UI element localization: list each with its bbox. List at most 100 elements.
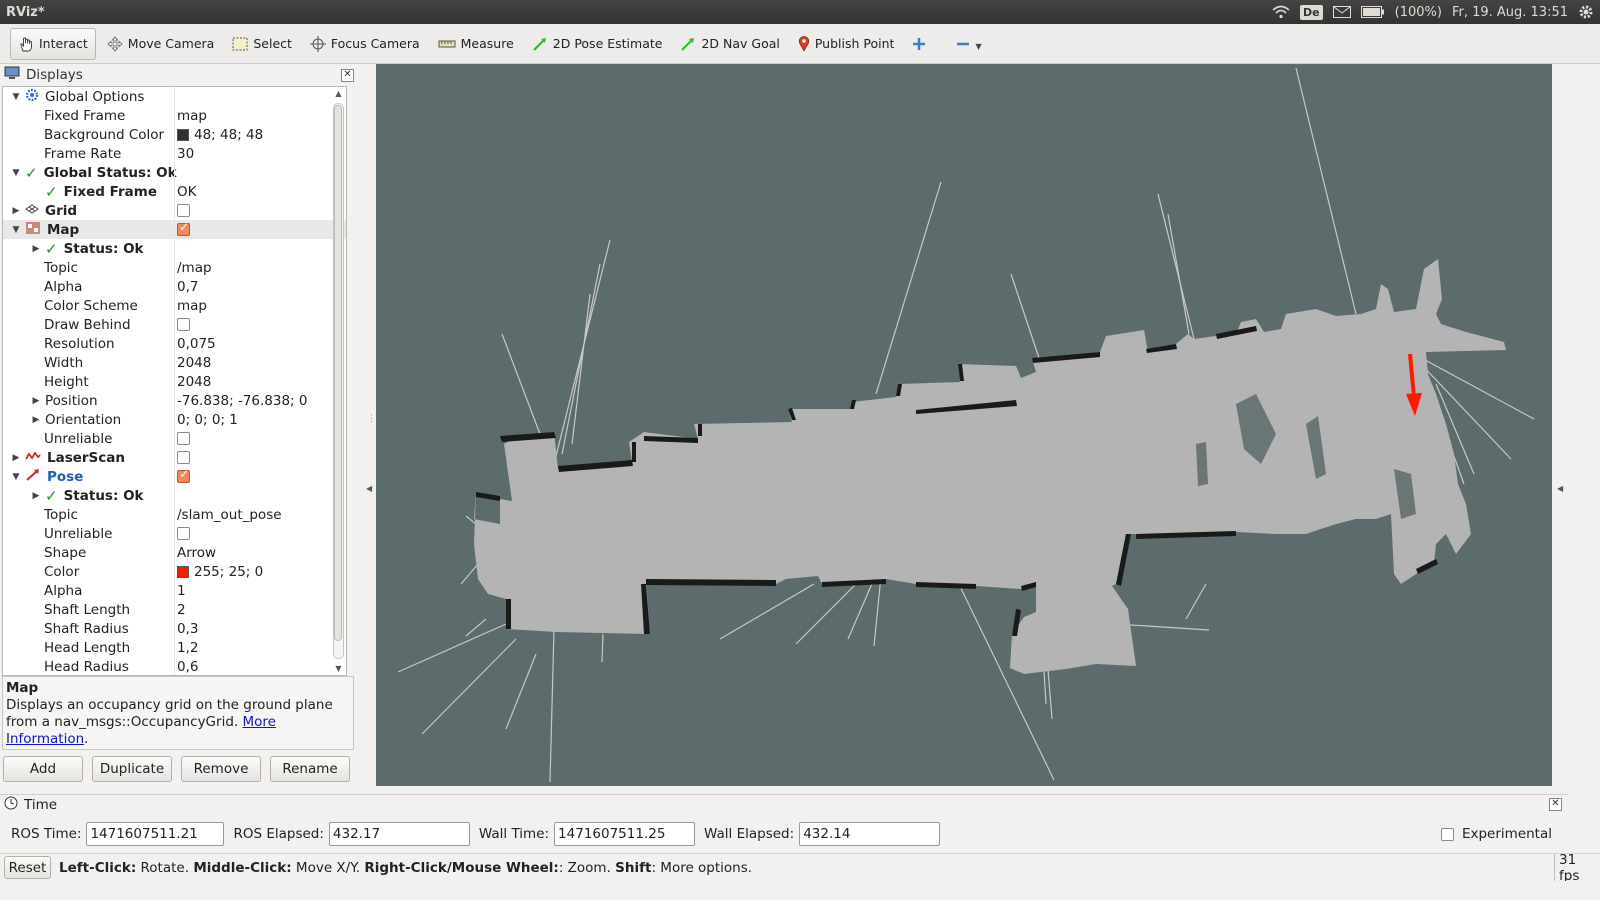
mail-icon[interactable] — [1332, 6, 1351, 18]
property-value[interactable] — [177, 451, 195, 464]
display-tree-row[interactable]: Head Length 1,2 — [3, 638, 346, 657]
remove-tool-button[interactable]: ▼ — [949, 28, 988, 60]
publish-point-tool-button[interactable]: Publish Point — [791, 28, 902, 60]
display-tree-row[interactable]: ▼ ✓ Global Status: Ok — [3, 163, 346, 182]
expand-arrow-right-icon[interactable]: ▶ — [31, 244, 41, 254]
scroll-down-icon[interactable]: ▼ — [333, 664, 344, 673]
property-value[interactable]: 0; 0; 0; 1 — [177, 412, 238, 428]
display-tree-row[interactable]: Draw Behind — [3, 315, 346, 334]
display-tree-row[interactable]: Color Scheme map — [3, 296, 346, 315]
property-value[interactable]: 0,3 — [177, 621, 198, 637]
display-tree-row[interactable]: Height 2048 — [3, 372, 346, 391]
display-tree-row[interactable]: ▼ Pose — [3, 467, 346, 486]
expand-arrow-down-icon[interactable]: ▼ — [11, 168, 21, 178]
property-value[interactable] — [177, 467, 195, 483]
display-tree-row[interactable]: Frame Rate 30 — [3, 144, 346, 163]
settings-gear-icon[interactable] — [1578, 4, 1594, 20]
property-value[interactable]: 2 — [177, 602, 186, 618]
duplicate-display-button[interactable]: Duplicate — [92, 756, 172, 782]
panel-splitter[interactable]: ⋮ ◀ — [362, 64, 376, 798]
add-tool-button[interactable] — [905, 28, 933, 60]
display-tree-row[interactable]: Topic/map — [3, 258, 346, 277]
property-value[interactable]: 0,7 — [177, 279, 198, 295]
display-tree-row[interactable]: ▶ LaserScan — [3, 448, 346, 467]
property-value[interactable] — [177, 204, 195, 217]
scrollbar-thumb[interactable] — [334, 105, 342, 641]
display-tree-row[interactable]: ▼ Map — [3, 220, 346, 239]
property-value[interactable]: 2048 — [177, 355, 211, 371]
display-tree-row[interactable]: ▶ Grid — [3, 201, 346, 220]
property-value[interactable]: OK — [177, 184, 196, 200]
2d-pose-estimate-tool-button[interactable]: 2D Pose Estimate — [525, 28, 670, 60]
expand-arrow-right-icon[interactable]: ▶ — [11, 206, 21, 216]
display-tree-row[interactable]: Background Color 48; 48; 48 — [3, 125, 346, 144]
enable-checkbox[interactable] — [177, 467, 190, 483]
property-value[interactable] — [177, 527, 195, 540]
expand-arrow-right-icon[interactable]: ▶ — [31, 415, 41, 425]
display-tree-row[interactable]: Shaft Length 2 — [3, 600, 346, 619]
property-value[interactable]: 255; 25; 0 — [177, 564, 263, 580]
displays-scrollbar[interactable]: ▲ ▼ — [333, 89, 344, 673]
2d-nav-goal-tool-button[interactable]: 2D Nav Goal — [673, 28, 786, 60]
clock[interactable]: Fr, 19. Aug. 13:51 — [1452, 5, 1568, 20]
display-tree-row[interactable]: Width 2048 — [3, 353, 346, 372]
expand-arrow-down-icon[interactable]: ▼ — [11, 472, 21, 482]
display-tree-row[interactable]: Shaft Radius 0,3 — [3, 619, 346, 638]
display-tree-row[interactable]: Unreliable — [3, 524, 346, 543]
display-tree-row[interactable]: Fixed Frame map — [3, 106, 346, 125]
enable-checkbox[interactable] — [177, 204, 190, 217]
display-tree-row[interactable]: ▶ Orientation 0; 0; 0; 1 — [3, 410, 346, 429]
property-value[interactable]: 2048 — [177, 374, 211, 390]
display-tree-row[interactable]: ▶ Position -76.838; -76.838; 0 — [3, 391, 346, 410]
collapse-right-icon[interactable]: ◀ — [1557, 484, 1563, 493]
reset-button[interactable]: Reset — [4, 856, 51, 879]
close-icon[interactable]: ✕ — [341, 68, 354, 82]
color-swatch[interactable] — [177, 565, 189, 578]
enable-checkbox[interactable] — [177, 220, 190, 236]
property-value[interactable]: 1 — [177, 583, 186, 599]
collapse-left-icon[interactable]: ◀ — [366, 484, 372, 493]
enable-checkbox[interactable] — [177, 451, 190, 464]
ros-time-field[interactable]: 1471607511.21 — [86, 822, 225, 846]
expand-arrow-right-icon[interactable]: ▶ — [31, 491, 41, 501]
color-swatch[interactable] — [177, 128, 189, 141]
property-value[interactable]: /map — [177, 260, 212, 276]
render-viewport[interactable] — [376, 64, 1552, 786]
scroll-up-icon[interactable]: ▲ — [333, 89, 344, 98]
display-tree-row[interactable]: Topic/slam_out_pose — [3, 505, 346, 524]
property-value[interactable]: /slam_out_pose — [177, 507, 282, 523]
rename-display-button[interactable]: Rename — [270, 756, 350, 782]
enable-checkbox[interactable] — [177, 432, 190, 445]
add-display-button[interactable]: Add — [3, 756, 83, 782]
property-value[interactable]: 0,075 — [177, 336, 216, 352]
expand-arrow-right-icon[interactable]: ▶ — [11, 453, 21, 463]
displays-tree[interactable]: ▼ Global Options Fixed Frame map Background … — [2, 86, 347, 676]
display-tree-row[interactable]: ✓ Fixed Frame OK — [3, 182, 346, 201]
property-value[interactable]: 30 — [177, 146, 194, 162]
interact-tool-button[interactable]: Interact — [10, 27, 96, 60]
property-value[interactable]: Arrow — [177, 545, 216, 561]
expand-arrow-down-icon[interactable]: ▼ — [11, 225, 21, 235]
select-tool-button[interactable]: Select — [225, 28, 299, 60]
display-tree-row[interactable]: ▶ ✓ Status: Ok — [3, 486, 346, 505]
display-tree-row[interactable]: ▶ ✓ Status: Ok — [3, 239, 346, 258]
right-panel-edge[interactable]: ◀ — [1552, 64, 1568, 786]
experimental-option[interactable]: Experimental — [1440, 826, 1552, 842]
property-value[interactable] — [177, 318, 195, 331]
battery-icon[interactable] — [1360, 6, 1385, 18]
wall-time-field[interactable]: 1471607511.25 — [554, 822, 696, 846]
property-value[interactable] — [177, 220, 195, 236]
keyboard-layout-indicator[interactable]: De — [1300, 4, 1323, 20]
display-tree-row[interactable]: Alpha 0,7 — [3, 277, 346, 296]
property-value[interactable]: -76.838; -76.838; 0 — [177, 393, 308, 409]
property-value[interactable]: 0,6 — [177, 659, 198, 675]
splitter-handle[interactable]: ⋮ — [367, 414, 376, 424]
wifi-icon[interactable] — [1272, 5, 1290, 19]
property-value[interactable]: map — [177, 298, 207, 314]
display-tree-row[interactable]: ▼ Global Options — [3, 87, 346, 106]
close-icon[interactable]: ✕ — [1549, 798, 1562, 811]
display-tree-row[interactable]: Head Radius 0,6 — [3, 657, 346, 675]
property-value[interactable]: map — [177, 108, 207, 124]
property-value[interactable]: 48; 48; 48 — [177, 127, 263, 143]
experimental-checkbox[interactable] — [1440, 827, 1454, 841]
